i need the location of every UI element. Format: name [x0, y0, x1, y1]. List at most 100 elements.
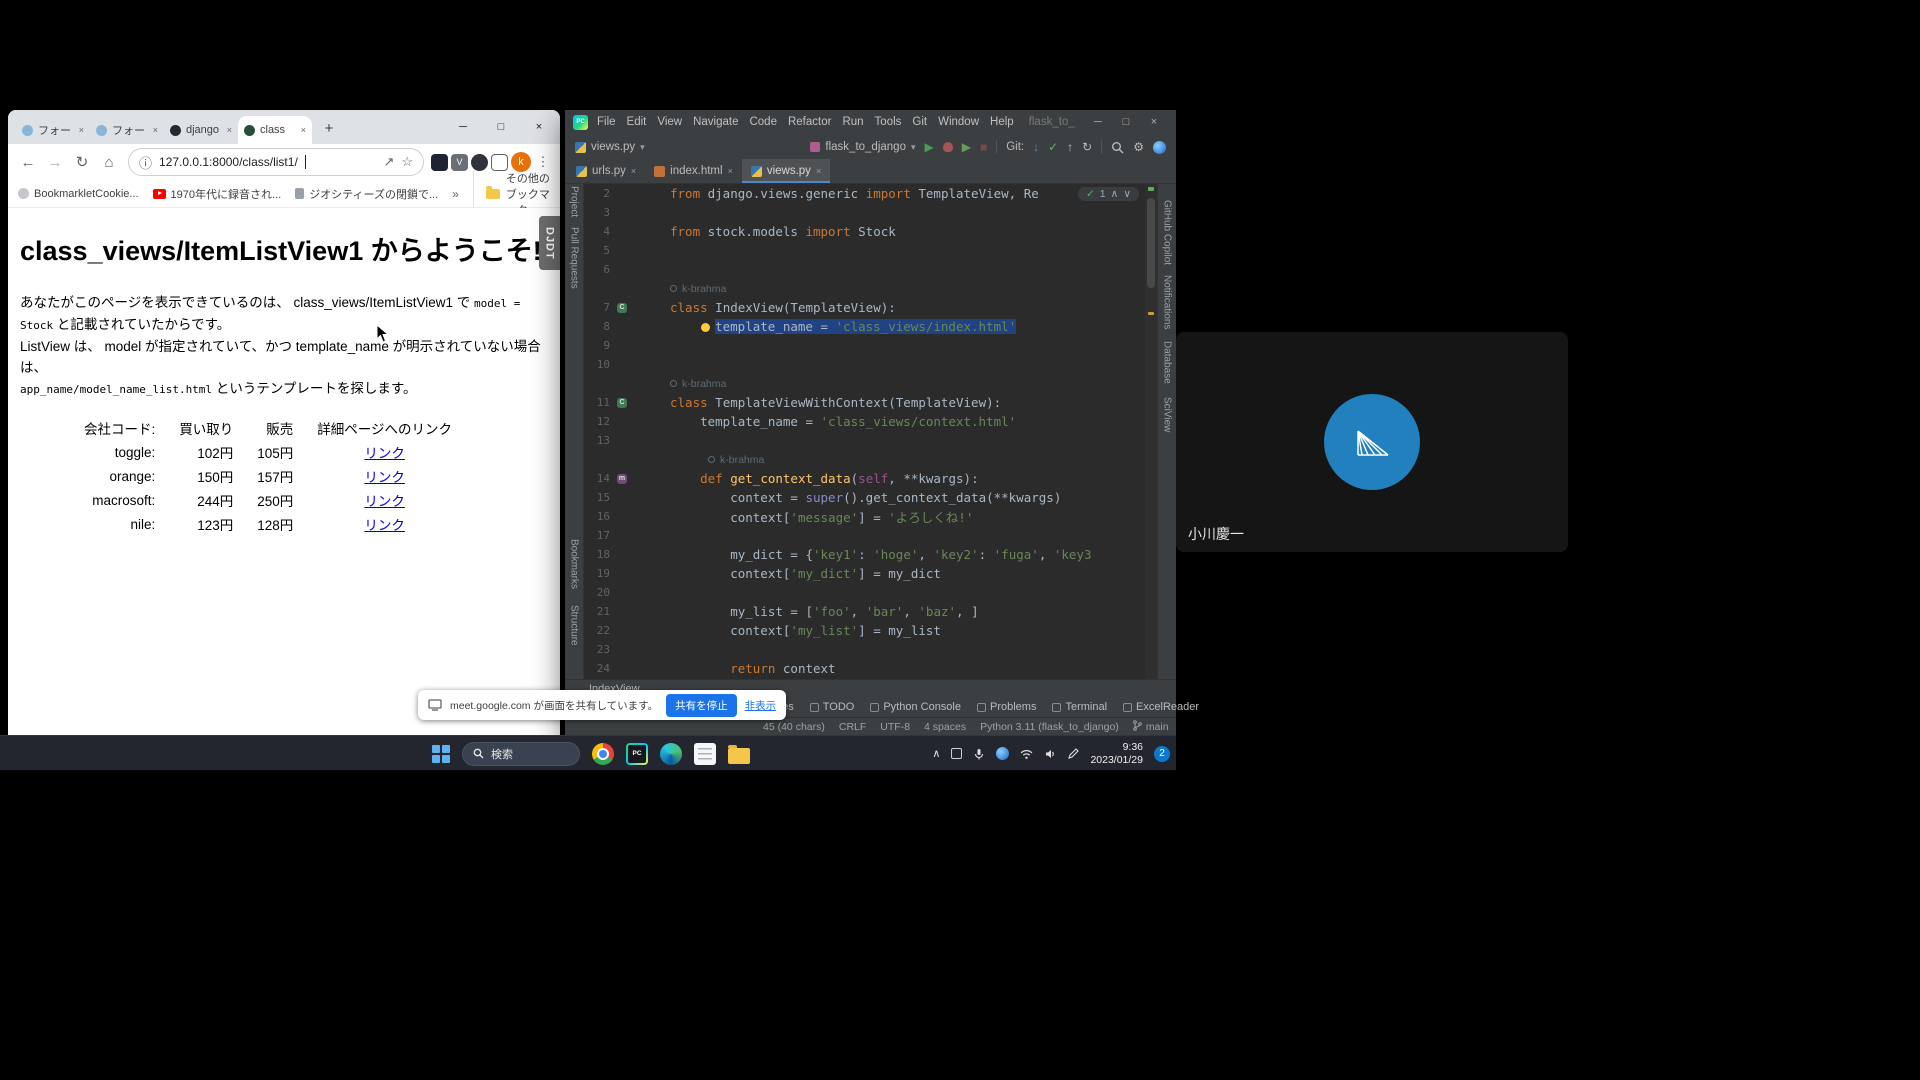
git-push-icon[interactable]: ↑ — [1067, 141, 1073, 153]
menu-git[interactable]: Git — [912, 116, 927, 128]
code-line[interactable]: 3 — [584, 203, 1157, 222]
forward-button[interactable]: → — [43, 154, 67, 171]
extension-icon[interactable] — [471, 154, 488, 171]
microphone-icon[interactable] — [973, 748, 985, 760]
new-tab-button[interactable]: + — [316, 116, 342, 140]
bookmark-item[interactable]: ジオシティーズの閉鎖で... — [295, 186, 438, 202]
editor-tab[interactable]: index.html× — [645, 159, 742, 183]
tab-close-icon[interactable]: × — [301, 125, 306, 135]
bookmarks-overflow-chevron[interactable]: » — [452, 187, 459, 201]
editor-tab[interactable]: urls.py× — [567, 159, 645, 183]
code-annotation[interactable]: k-brahma — [584, 450, 1157, 469]
next-issue-icon[interactable]: ∨ — [1123, 188, 1131, 200]
code-line[interactable]: 8 template_name = 'class_views/index.htm… — [584, 317, 1157, 336]
address-bar[interactable]: ⓘ 127.0.0.1:8000/class/list1/ ↗ ☆ — [128, 148, 424, 176]
minimize-button[interactable]: ─ — [1084, 116, 1112, 128]
menu-refactor[interactable]: Refactor — [788, 116, 831, 128]
editor-scrollbar[interactable] — [1145, 184, 1157, 679]
maximize-button[interactable]: □ — [482, 121, 520, 133]
status-item[interactable]: Python 3.11 (flask_to_django) — [980, 721, 1119, 733]
assistant-icon[interactable] — [996, 747, 1009, 760]
browser-tab[interactable]: class× — [238, 116, 312, 144]
tab-close-icon[interactable]: × — [816, 166, 821, 176]
status-item[interactable]: main — [1133, 720, 1169, 734]
maximize-button[interactable]: □ — [1112, 116, 1140, 128]
minimize-button[interactable]: ─ — [444, 121, 482, 133]
code-line[interactable]: 7Cclass IndexView(TemplateView): — [584, 298, 1157, 317]
bookmark-star-icon[interactable]: ☆ — [401, 154, 413, 170]
run-button[interactable]: ▶ — [925, 141, 934, 153]
tool-window-button[interactable]: Bookmarks — [569, 539, 580, 589]
tool-window-button[interactable]: Pull Requests — [569, 227, 580, 289]
django-debug-toolbar-handle[interactable]: DJDT — [539, 216, 560, 270]
settings-gear-icon[interactable]: ⚙ — [1133, 141, 1144, 153]
bookmark-item[interactable]: BookmarkletCookie... — [18, 186, 139, 202]
detail-link[interactable]: リンク — [364, 446, 405, 461]
code-line[interactable]: 9 — [584, 336, 1157, 355]
browser-tab[interactable]: フォー× — [90, 116, 164, 144]
code-line[interactable]: 19 context['my_dict'] = my_dict — [584, 564, 1157, 583]
code-editor[interactable]: 2from django.views.generic import Templa… — [583, 184, 1158, 679]
tool-window-button[interactable]: Problems — [977, 701, 1036, 713]
reload-button[interactable]: ↻ — [70, 153, 94, 171]
start-button[interactable] — [432, 745, 450, 763]
menu-tools[interactable]: Tools — [875, 116, 902, 128]
git-commit-icon[interactable]: ✓ — [1048, 141, 1058, 153]
menu-view[interactable]: View — [657, 116, 682, 128]
taskbar-clock[interactable]: 9:36 2023/01/29 — [1090, 741, 1143, 766]
pen-icon[interactable] — [1067, 748, 1079, 760]
browser-menu-icon[interactable]: ⋮ — [534, 154, 552, 170]
tool-window-button[interactable]: Project — [569, 186, 580, 217]
pycharm-taskbar-icon[interactable]: PC — [626, 743, 648, 765]
menu-file[interactable]: File — [597, 116, 616, 128]
chrome-taskbar-icon[interactable] — [592, 743, 614, 765]
home-button[interactable]: ⌂ — [97, 154, 121, 171]
tool-window-button[interactable]: SciView — [1162, 397, 1173, 432]
code-line[interactable]: 12 template_name = 'class_views/context.… — [584, 412, 1157, 431]
code-line[interactable]: 21 my_list = ['foo', 'bar', 'baz', ] — [584, 602, 1157, 621]
intention-bulb-icon[interactable] — [701, 323, 710, 332]
tool-window-button[interactable]: GitHub Copilot — [1162, 200, 1173, 265]
search-icon[interactable] — [1111, 141, 1124, 154]
debug-button[interactable] — [943, 142, 953, 152]
edge-taskbar-icon[interactable] — [660, 743, 682, 765]
code-line[interactable]: 22 context['my_list'] = my_list — [584, 621, 1157, 640]
run-config-select[interactable]: flask_to_django ▾ — [810, 141, 915, 153]
menu-run[interactable]: Run — [842, 116, 863, 128]
menu-window[interactable]: Window — [938, 116, 979, 128]
site-info-icon[interactable]: ⓘ — [139, 153, 152, 172]
code-line[interactable]: 4from stock.models import Stock — [584, 222, 1157, 241]
prev-issue-icon[interactable]: ∧ — [1111, 188, 1119, 200]
code-line[interactable]: 23 — [584, 640, 1157, 659]
code-line[interactable]: 13 — [584, 431, 1157, 450]
search-box[interactable]: 検索 — [462, 742, 580, 766]
tab-close-icon[interactable]: × — [153, 125, 158, 135]
volume-icon[interactable] — [1044, 748, 1056, 760]
file-explorer-icon[interactable] — [728, 748, 750, 764]
tab-close-icon[interactable]: × — [631, 166, 636, 176]
status-item[interactable]: CRLF — [839, 721, 866, 733]
extension-icon[interactable] — [431, 154, 448, 171]
code-line[interactable]: 20 — [584, 583, 1157, 602]
tray-chevron-icon[interactable]: ∧ — [932, 747, 940, 760]
code-annotation[interactable]: k-brahma — [584, 279, 1157, 298]
code-line[interactable]: 6 — [584, 260, 1157, 279]
status-item[interactable]: 4 spaces — [924, 721, 966, 733]
tool-window-button[interactable]: TODO — [810, 701, 855, 713]
tool-window-button[interactable]: Python Console — [870, 701, 961, 713]
code-line[interactable]: 11Cclass TemplateViewWithContext(Templat… — [584, 393, 1157, 412]
navigation-bar[interactable]: views.py ▾ — [575, 141, 645, 153]
extension-icon[interactable]: V — [451, 154, 468, 171]
tab-close-icon[interactable]: × — [227, 125, 232, 135]
detail-link[interactable]: リンク — [364, 518, 405, 533]
code-line[interactable]: 10 — [584, 355, 1157, 374]
status-item[interactable]: UTF-8 — [880, 721, 910, 733]
participant-tile[interactable]: 小川慶一 — [1176, 332, 1568, 552]
browser-tab[interactable]: django× — [164, 116, 238, 144]
inspection-widget[interactable]: ✓ 1 ∧ ∨ — [1078, 187, 1139, 201]
tool-window-button[interactable]: Notifications — [1162, 275, 1173, 329]
code-line[interactable]: 18 my_dict = {'key1': 'hoge', 'key2': 'f… — [584, 545, 1157, 564]
tool-window-button[interactable]: ExcelReader — [1123, 701, 1199, 713]
menu-edit[interactable]: Edit — [627, 116, 647, 128]
tool-window-button[interactable]: Terminal — [1052, 701, 1107, 713]
